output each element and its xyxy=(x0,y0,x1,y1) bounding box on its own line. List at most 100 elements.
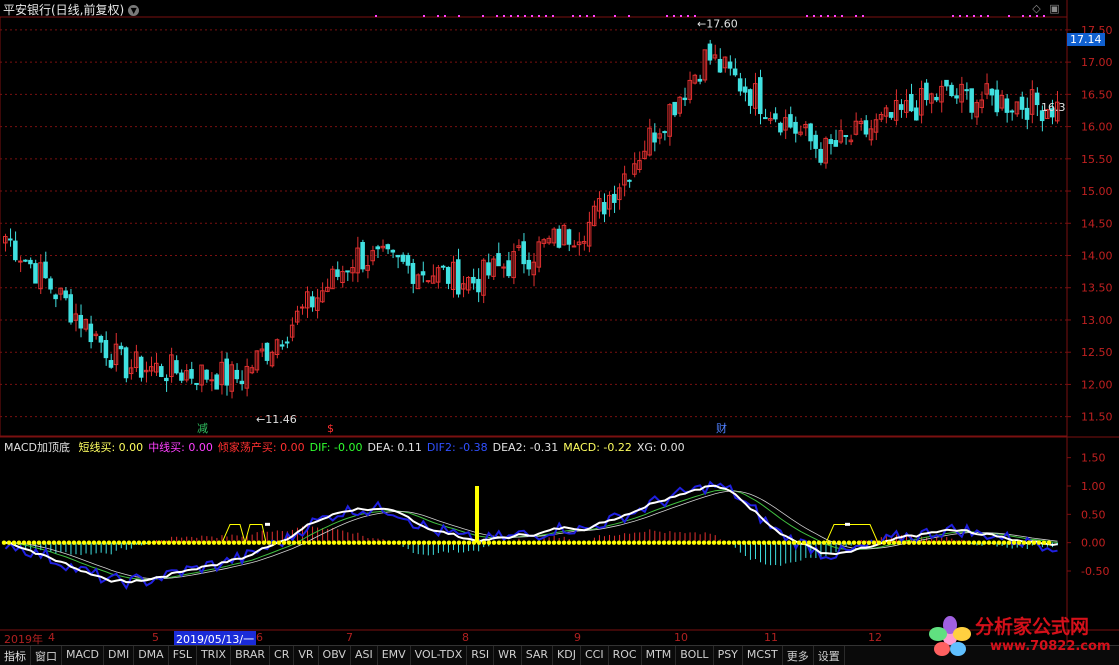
signal-dot xyxy=(552,15,554,17)
tab-更多[interactable]: 更多 xyxy=(783,646,814,665)
zero-dot xyxy=(1026,540,1032,545)
tab-brar[interactable]: BRAR xyxy=(231,646,271,665)
candle xyxy=(853,112,859,136)
candle xyxy=(330,265,335,290)
tab-指标[interactable]: 指标 xyxy=(0,646,31,665)
zero-dot xyxy=(276,540,282,545)
candle xyxy=(88,315,94,349)
signal-dot xyxy=(980,15,982,17)
zero-dot xyxy=(496,540,502,545)
zero-dot xyxy=(151,540,157,545)
candle xyxy=(742,78,748,102)
candle xyxy=(179,369,184,384)
tab-mcst[interactable]: MCST xyxy=(743,646,783,665)
tab-rsi[interactable]: RSI xyxy=(467,646,495,665)
tab-kdj[interactable]: KDJ xyxy=(553,646,581,665)
tab-psy[interactable]: PSY xyxy=(714,646,743,665)
zero-dot xyxy=(126,540,132,545)
zero-dot xyxy=(981,540,987,545)
tab-fsl[interactable]: FSL xyxy=(169,646,197,665)
zero-dot xyxy=(911,540,917,545)
candle xyxy=(813,130,818,158)
low-label: ←11.46 xyxy=(256,413,297,426)
candle xyxy=(969,88,974,120)
zero-dot xyxy=(941,540,947,545)
candle xyxy=(501,263,506,278)
zero-dot xyxy=(66,540,72,545)
zero-dot xyxy=(746,540,752,545)
month-label: 7 xyxy=(346,631,353,644)
candle xyxy=(803,121,808,136)
signal-dot xyxy=(458,15,460,17)
price-tick-label: 15.50 xyxy=(1081,153,1113,166)
price-tick-label: 17.00 xyxy=(1081,56,1113,69)
zero-dot xyxy=(506,540,512,545)
candle xyxy=(778,121,783,136)
signal-step xyxy=(221,524,267,545)
zero-dot xyxy=(871,540,877,545)
candle xyxy=(949,82,954,98)
candle xyxy=(888,112,894,120)
restore-icon[interactable]: ◇ xyxy=(1030,2,1043,15)
candle xyxy=(204,369,209,383)
month-label: 10 xyxy=(674,631,688,644)
tab-emv[interactable]: EMV xyxy=(378,646,411,665)
candle xyxy=(1004,94,1010,123)
candle xyxy=(199,364,204,393)
tab-mtm[interactable]: MTM xyxy=(642,646,677,665)
close-icon[interactable]: ▣ xyxy=(1048,2,1061,15)
tab-trix[interactable]: TRIX xyxy=(197,646,232,665)
tab-obv[interactable]: OBV xyxy=(319,646,351,665)
indicator-field: XG: 0.00 xyxy=(636,441,685,454)
zero-dot xyxy=(521,540,527,545)
tab-wr[interactable]: WR xyxy=(494,646,522,665)
candle xyxy=(118,342,124,356)
tab-sar[interactable]: SAR xyxy=(522,646,554,665)
zero-dot xyxy=(286,540,292,545)
zero-dot xyxy=(381,540,387,545)
zero-dot xyxy=(86,540,92,545)
tab-dma[interactable]: DMA xyxy=(134,646,169,665)
zero-dot xyxy=(691,540,697,545)
zero-dot xyxy=(516,540,522,545)
tab-cr[interactable]: CR xyxy=(270,646,295,665)
candle xyxy=(999,90,1005,111)
candle xyxy=(506,251,511,279)
signal-mark xyxy=(845,522,850,526)
signal-dot xyxy=(444,15,446,17)
zero-dot xyxy=(676,540,682,545)
zero-dot xyxy=(31,540,37,545)
tab-boll[interactable]: BOLL xyxy=(676,646,714,665)
zero-dot xyxy=(656,540,662,545)
signal-dot xyxy=(694,15,696,17)
signal-dot xyxy=(538,15,540,17)
tab-vol-tdx[interactable]: VOL-TDX xyxy=(411,646,468,665)
chevron-down-icon[interactable]: ▼ xyxy=(128,5,140,16)
price-tick-label: 12.50 xyxy=(1081,346,1113,359)
candle xyxy=(541,237,547,248)
tab-vr[interactable]: VR xyxy=(294,646,319,665)
zero-dot xyxy=(501,540,507,545)
candle xyxy=(737,72,743,96)
candle xyxy=(959,76,964,113)
candle xyxy=(551,227,557,247)
zero-dot xyxy=(456,540,462,545)
candle xyxy=(924,79,929,106)
tab-asi[interactable]: ASI xyxy=(351,646,378,665)
tab-roc[interactable]: ROC xyxy=(609,646,642,665)
candle xyxy=(440,264,446,271)
tab-cci[interactable]: CCI xyxy=(581,646,609,665)
tab-窗口[interactable]: 窗口 xyxy=(31,646,62,665)
zero-dot xyxy=(636,540,642,545)
zero-dot xyxy=(831,540,837,545)
zero-dot xyxy=(281,540,287,545)
tab-macd[interactable]: MACD xyxy=(62,646,104,665)
tab-设置[interactable]: 设置 xyxy=(814,646,845,665)
chart-title[interactable]: 平安银行(日线,前复权) ▼ xyxy=(3,1,140,18)
chart-canvas: 17.5017.0016.5016.0015.5015.0014.5014.00… xyxy=(0,0,1119,645)
signal-dot xyxy=(496,15,498,17)
price-axis: 17.5017.0016.5016.0015.5015.0014.5014.00… xyxy=(197,17,1113,435)
zero-dot xyxy=(861,540,867,545)
tab-dmi[interactable]: DMI xyxy=(104,646,135,665)
candle xyxy=(325,278,330,293)
